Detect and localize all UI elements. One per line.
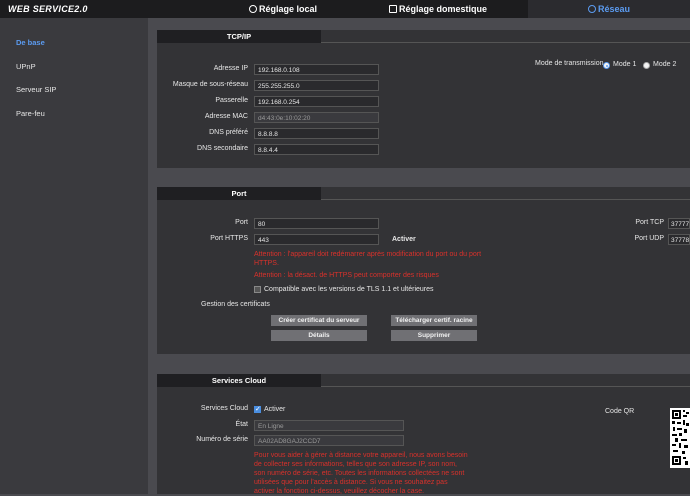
- mode1-radio[interactable]: [603, 62, 610, 69]
- port-input[interactable]: 80: [254, 218, 379, 229]
- cloud-service-label: Services Cloud: [200, 405, 248, 412]
- ip-address-input[interactable]: 192.168.0.108: [254, 64, 379, 75]
- port-label: Port: [235, 219, 248, 226]
- top-navigation-bar: WEB SERVICE2.0 Réglage local Réglage dom…: [0, 0, 690, 18]
- port-panel: Port Port 80 Port HTTPS 443 Activer Port…: [157, 187, 690, 354]
- cloud-panel-title: Services Cloud: [157, 374, 321, 387]
- tab-home-settings-label: Réglage domestique: [398, 4, 488, 14]
- preferred-dns-input[interactable]: 8.8.8.8: [254, 128, 379, 139]
- tab-network[interactable]: Réseau: [528, 0, 690, 18]
- mac-address-label: Adresse MAC: [204, 113, 248, 120]
- divider: [321, 199, 690, 200]
- divider: [321, 42, 690, 43]
- globe-icon: [587, 5, 596, 13]
- subnet-mask-label: Masque de sous-réseau: [172, 81, 248, 88]
- brand-logo: WEB SERVICE2.0: [8, 4, 88, 14]
- cloud-activate-label: Activer: [264, 406, 286, 413]
- tls-compat-label: Compatible avec les versions de TLS 1.1 …: [264, 286, 434, 293]
- state-label: État: [235, 421, 248, 428]
- ip-address-label: Adresse IP: [213, 65, 248, 72]
- https-port-label: Port HTTPS: [210, 235, 248, 242]
- download-root-cert-button[interactable]: Télécharger certif. racine: [391, 315, 477, 326]
- secondary-dns-label: DNS secondaire: [197, 145, 248, 152]
- tab-local-settings[interactable]: Réglage local: [218, 0, 348, 18]
- tcp-port-input[interactable]: 37777: [668, 218, 690, 229]
- sidebar-item-firewall[interactable]: Pare-feu: [16, 109, 45, 118]
- qr-code-graphic: [670, 408, 690, 468]
- gear-icon: [248, 5, 257, 13]
- cloud-activate-checkbox[interactable]: [254, 405, 261, 413]
- mac-address-field: d4:43:0e:10:02:20: [254, 112, 379, 123]
- qr-code-image: [670, 408, 690, 468]
- delete-button[interactable]: Supprimer: [391, 330, 477, 341]
- gateway-input[interactable]: 192.168.0.254: [254, 96, 379, 107]
- preferred-dns-label: DNS préféré: [209, 129, 248, 136]
- tab-local-settings-label: Réglage local: [258, 4, 318, 14]
- sidebar-item-basic[interactable]: De base: [16, 38, 45, 47]
- cloud-privacy-notice: Pour vous aider à gérer à distance votre…: [254, 452, 468, 495]
- serial-number-field: AA02AD8GAJ2CCD7: [254, 435, 404, 446]
- create-certificate-button[interactable]: Créer certificat du serveur: [271, 315, 367, 326]
- tcpip-panel-title: TCP/IP: [157, 30, 321, 43]
- https-port-input[interactable]: 443: [254, 234, 379, 245]
- udp-port-input[interactable]: 37778: [668, 234, 690, 245]
- divider: [321, 386, 690, 387]
- serial-number-label: Numéro de série: [196, 436, 248, 443]
- https-activate-label[interactable]: Activer: [392, 236, 416, 243]
- mode2-radio[interactable]: [643, 62, 650, 69]
- mode2-label: Mode 2: [653, 61, 677, 68]
- secondary-dns-input[interactable]: 8.8.4.4: [254, 144, 379, 155]
- sidebar-item-upnp[interactable]: UPnP: [16, 62, 36, 71]
- qr-code-label: Code QR: [605, 408, 635, 415]
- cert-management-label: Gestion des certificats: [201, 301, 270, 308]
- tcp-port-label: Port TCP: [635, 219, 664, 226]
- tab-home-settings[interactable]: Réglage domestique: [348, 0, 528, 18]
- state-field: En Ligne: [254, 420, 404, 431]
- tab-network-label: Réseau: [597, 4, 631, 14]
- port-restart-warning: Attention : l'appareil doit redémarrer a…: [254, 251, 482, 267]
- gateway-label: Passerelle: [215, 97, 248, 104]
- port-panel-title: Port: [157, 187, 321, 200]
- tcpip-panel: TCP/IP Adresse IP 192.168.0.108 Masque d…: [157, 30, 690, 168]
- https-risk-warning: Attention : la désact. de HTTPS peut com…: [254, 272, 439, 279]
- sidebar: De base UPnP Serveur SIP Pare-feu: [0, 18, 148, 494]
- transmission-mode-label: Mode de transmission: [535, 60, 604, 67]
- udp-port-label: Port UDP: [634, 235, 664, 242]
- mode1-label: Mode 1: [613, 61, 637, 68]
- sidebar-item-sip-server[interactable]: Serveur SIP: [16, 85, 56, 94]
- tls-compat-checkbox[interactable]: [254, 286, 261, 293]
- cloud-panel: Services Cloud Services Cloud Activer Ét…: [157, 374, 690, 495]
- home-icon: [388, 5, 397, 13]
- subnet-mask-input[interactable]: 255.255.255.0: [254, 80, 379, 91]
- details-button[interactable]: Détails: [271, 330, 367, 341]
